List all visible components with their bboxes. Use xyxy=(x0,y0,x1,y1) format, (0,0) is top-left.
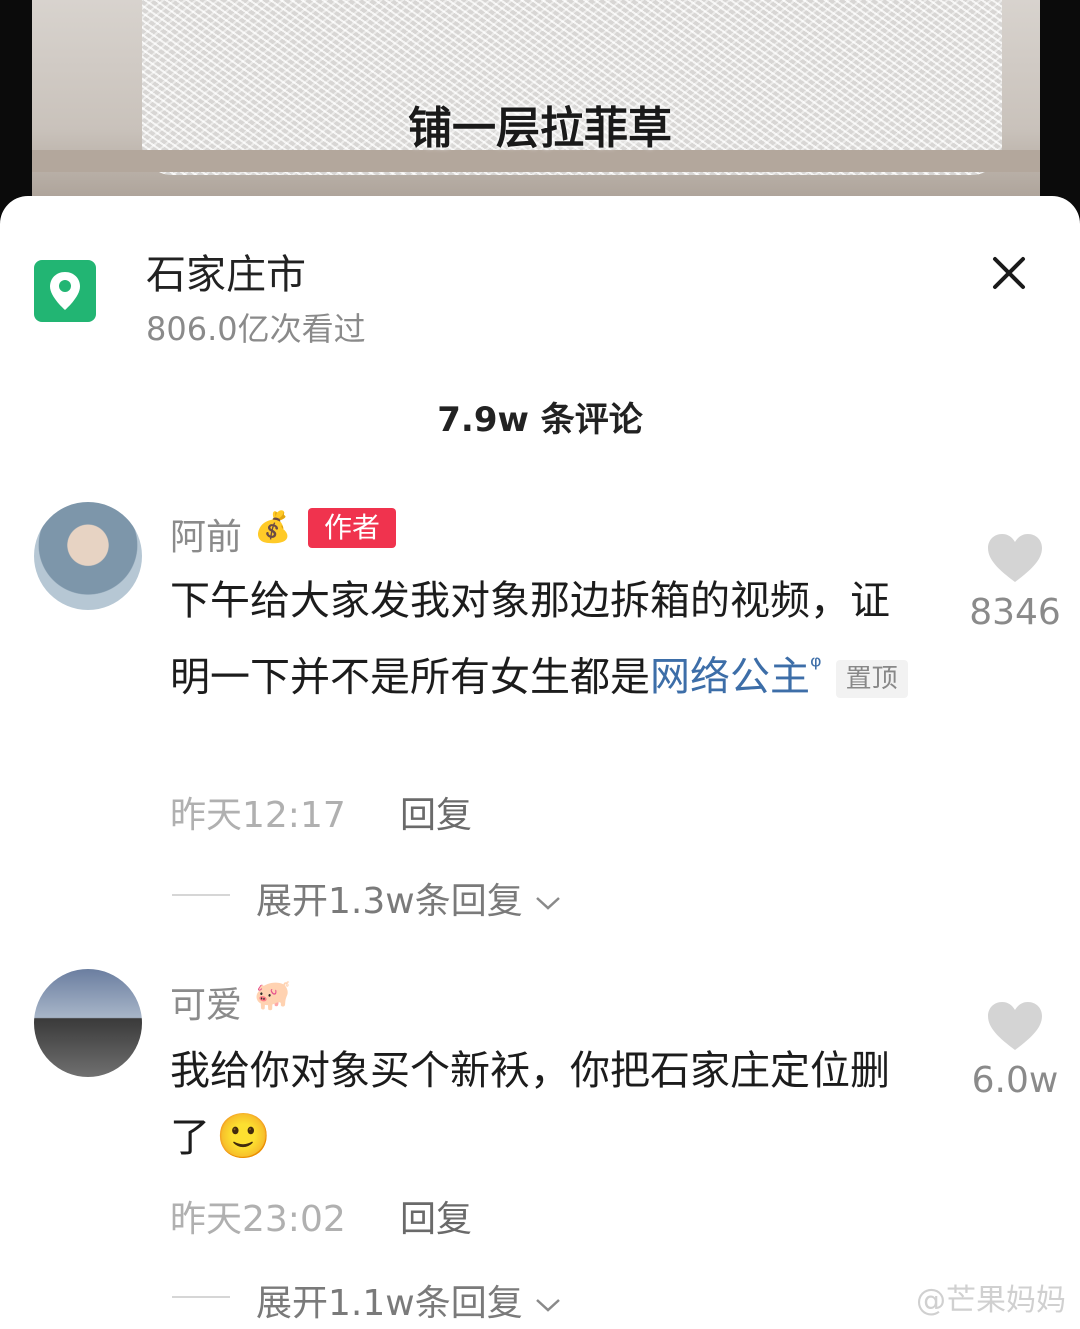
money-bag-icon: 💰 xyxy=(254,510,292,545)
comment-text-plain: 我给你对象买个新袄，你把石家庄定位删了 xyxy=(170,1048,890,1161)
chevron-down-icon xyxy=(536,1299,560,1312)
comments-sheet: 石家庄市 806.0亿次看过 7.9w 条评论 阿前 💰 作者 下午给大家发我对… xyxy=(0,196,1080,1329)
expand-replies-label: 展开1.3w条回复 xyxy=(256,881,523,922)
location-pin-icon[interactable] xyxy=(34,260,96,322)
comment-username[interactable]: 可爱 xyxy=(170,976,242,1028)
like-count: 8346 xyxy=(969,592,1061,633)
comment-count-title: 7.9w 条评论 xyxy=(437,400,643,440)
hashtag-link[interactable]: 网络公主ᵠ xyxy=(650,650,822,701)
watermark: @芒果妈妈 xyxy=(916,1283,1066,1318)
expand-replies-button[interactable]: 展开1.1w条回复 xyxy=(256,1274,562,1326)
video-player[interactable]: 铺一层拉菲草 xyxy=(0,0,1080,215)
close-icon[interactable] xyxy=(986,250,1032,296)
comment-text[interactable]: 下午给大家发我对象那边拆箱的视频，证明一下并不是所有女生都是网络公主ᵠ 置顶 xyxy=(170,568,910,710)
comment-timestamp: 昨天23:02 xyxy=(170,1199,346,1240)
like-heart-icon[interactable] xyxy=(986,532,1044,584)
search-icon: ᵠ xyxy=(810,650,822,683)
reply-button[interactable]: 回复 xyxy=(400,786,472,838)
avatar[interactable] xyxy=(34,502,142,610)
comment-timestamp: 昨天12:17 xyxy=(170,795,346,836)
location-view-count: 806.0亿次看过 xyxy=(146,310,366,348)
hashtag-link-label: 网络公主 xyxy=(650,654,810,701)
smile-emoji-icon: 🙂 xyxy=(216,1111,271,1162)
reply-button[interactable]: 回复 xyxy=(400,1190,472,1242)
pig-icon: 🐖 xyxy=(254,978,292,1013)
author-badge: 作者 xyxy=(308,508,396,548)
chevron-down-icon xyxy=(536,897,560,910)
avatar[interactable] xyxy=(34,969,142,1077)
comment-username[interactable]: 阿前 xyxy=(170,508,242,560)
divider xyxy=(172,1296,230,1298)
expand-replies-label: 展开1.1w条回复 xyxy=(256,1283,523,1324)
expand-replies-button[interactable]: 展开1.3w条回复 xyxy=(256,872,562,924)
like-count: 6.0w xyxy=(971,1060,1059,1101)
video-subtitle: 铺一层拉菲草 xyxy=(408,103,672,154)
like-heart-icon[interactable] xyxy=(986,1000,1044,1052)
divider xyxy=(172,894,230,896)
comment-text[interactable]: 我给你对象买个新袄，你把石家庄定位删了 🙂 xyxy=(170,1038,910,1171)
location-title[interactable]: 石家庄市 xyxy=(146,242,306,300)
pinned-badge: 置顶 xyxy=(835,660,908,699)
